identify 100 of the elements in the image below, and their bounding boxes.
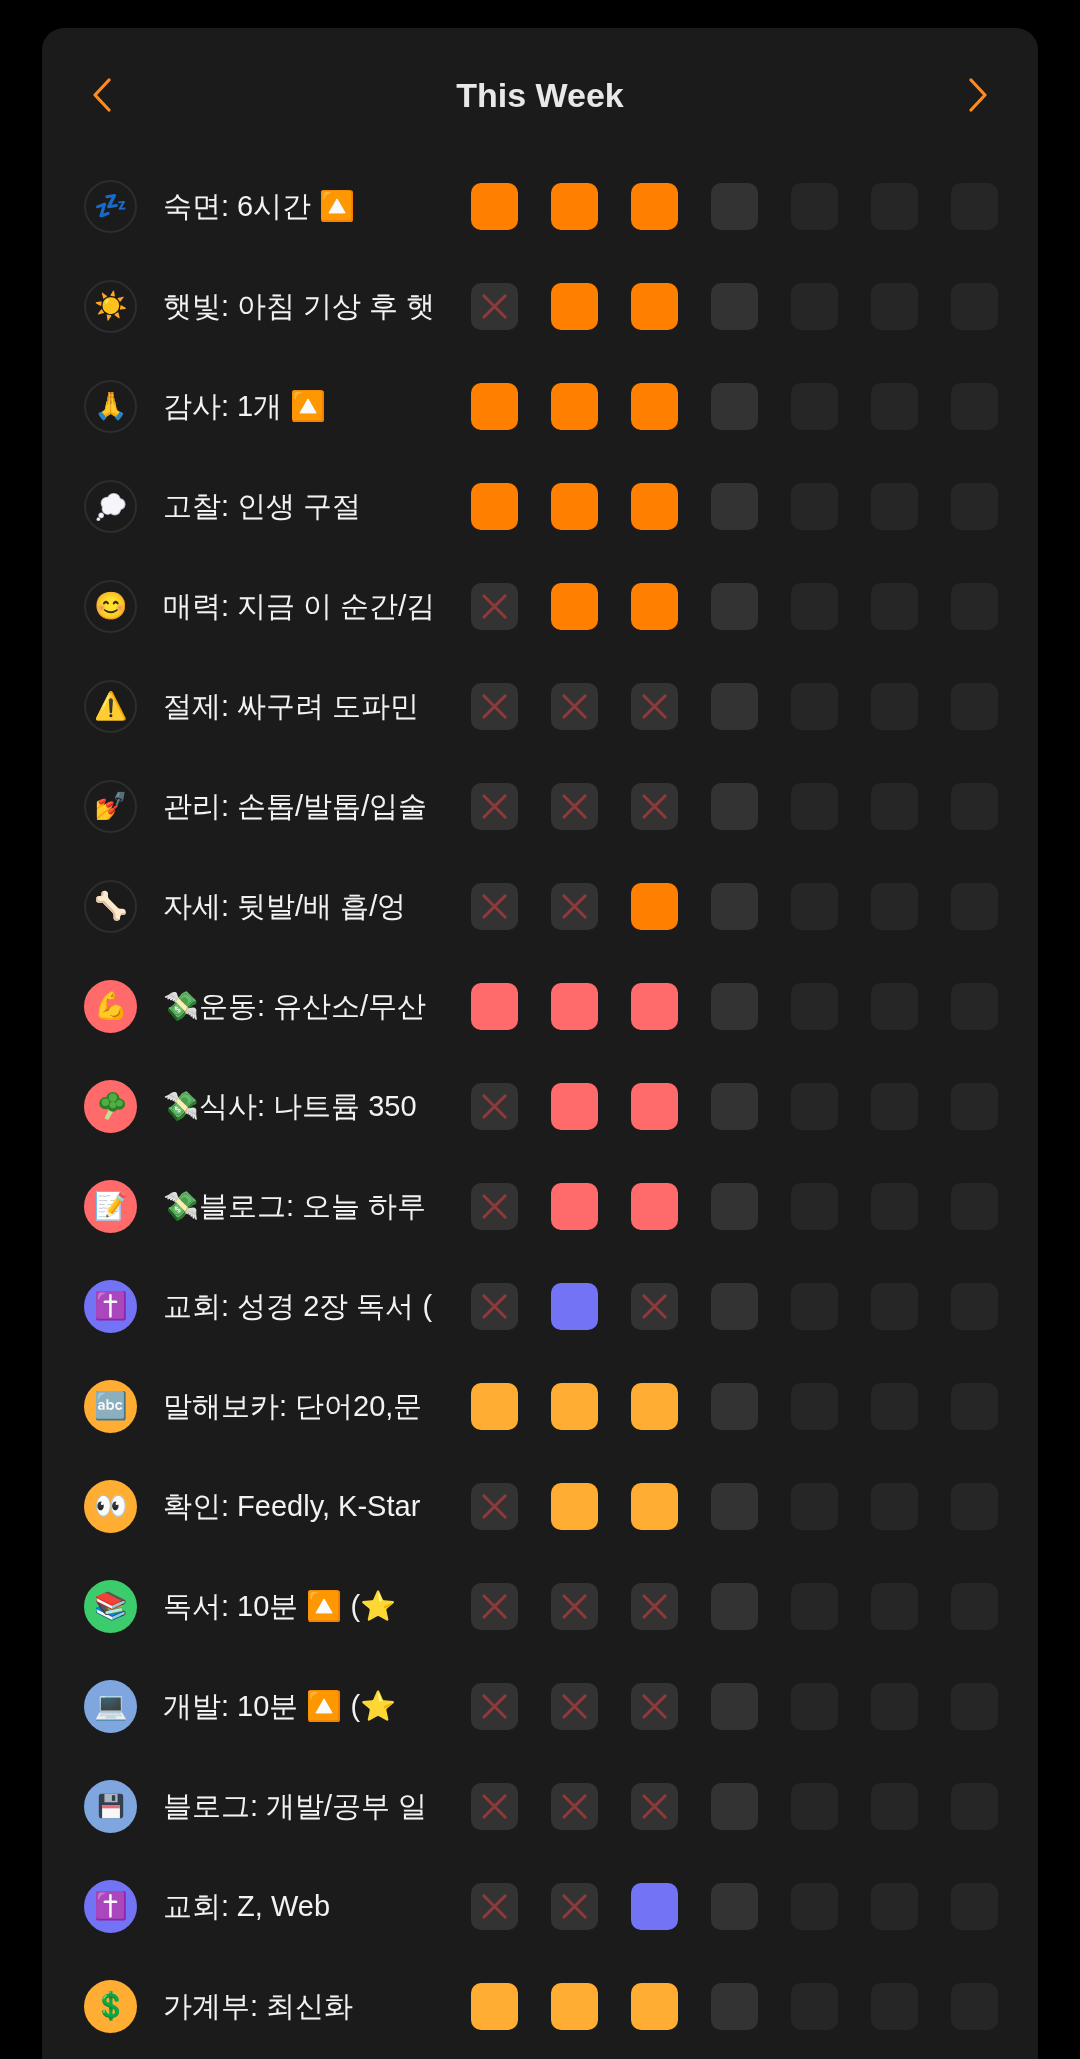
habit-label: 확인: Feedly, K-Star [163, 1488, 421, 1524]
filled-day-tile[interactable] [551, 982, 598, 1030]
filled-day-tile[interactable] [631, 182, 678, 230]
empty-day-tile[interactable] [711, 582, 758, 630]
filled-day-tile[interactable] [471, 482, 518, 530]
habit-label: 관리: 손톱/발톱/입술 [163, 788, 428, 824]
filled-day-tile[interactable] [551, 382, 598, 430]
missed-day-tile[interactable] [471, 1082, 518, 1130]
habit-label: 말해보카: 단어20,문 [163, 1388, 423, 1424]
previous-week-button[interactable] [92, 78, 112, 112]
missed-day-tile[interactable] [471, 1782, 518, 1830]
empty-day-tile[interactable] [711, 1282, 758, 1330]
filled-day-tile[interactable] [471, 982, 518, 1030]
filled-day-tile[interactable] [631, 882, 678, 930]
filled-day-tile[interactable] [471, 182, 518, 230]
habit-label: 감사: 1개 🔼 [163, 388, 327, 424]
missed-day-tile[interactable] [471, 1282, 518, 1330]
filled-day-tile[interactable] [551, 1482, 598, 1530]
missed-day-tile[interactable] [551, 682, 598, 730]
filled-day-tile[interactable] [631, 382, 678, 430]
x-mark-icon [482, 693, 507, 719]
next-week-button[interactable] [968, 78, 988, 112]
habit-label: 💸블로그: 오늘 하루 [163, 1188, 427, 1224]
x-mark-icon [482, 293, 507, 319]
empty-day-tile[interactable] [711, 1082, 758, 1130]
missed-day-tile[interactable] [471, 1482, 518, 1530]
memo-icon: 📝 [84, 1179, 137, 1233]
empty-day-tile[interactable] [711, 1782, 758, 1830]
empty-day-tile[interactable] [711, 782, 758, 830]
missed-day-tile[interactable] [551, 1682, 598, 1730]
missed-day-tile[interactable] [471, 1582, 518, 1630]
empty-day-tile[interactable] [711, 282, 758, 330]
filled-day-tile[interactable] [551, 282, 598, 330]
missed-day-tile[interactable] [471, 1882, 518, 1930]
x-mark-icon [562, 793, 587, 819]
filled-day-tile[interactable] [631, 582, 678, 630]
filled-day-tile[interactable] [551, 1082, 598, 1130]
empty-day-tile[interactable] [711, 1182, 758, 1230]
missed-day-tile[interactable] [551, 1782, 598, 1830]
missed-day-tile[interactable] [471, 582, 518, 630]
filled-day-tile[interactable] [631, 1082, 678, 1130]
missed-day-tile[interactable] [631, 782, 678, 830]
filled-day-tile[interactable] [631, 282, 678, 330]
missed-day-tile[interactable] [471, 1182, 518, 1230]
missed-day-tile[interactable] [471, 282, 518, 330]
habit-label: 💸운동: 유산소/무산 [163, 988, 427, 1024]
missed-day-tile[interactable] [631, 1782, 678, 1830]
cross-icon: ✝ [84, 1879, 137, 1933]
habit-label: 자세: 뒷발/배 흡/엉 [163, 888, 407, 924]
empty-day-tile[interactable] [711, 1382, 758, 1430]
empty-day-tile[interactable] [711, 1482, 758, 1530]
empty-day-tile[interactable] [711, 382, 758, 430]
filled-day-tile[interactable] [631, 1882, 678, 1930]
filled-day-tile[interactable] [551, 482, 598, 530]
missed-day-tile[interactable] [631, 682, 678, 730]
empty-day-tile[interactable] [711, 1982, 758, 2030]
x-mark-icon [482, 1493, 507, 1519]
x-mark-icon [642, 693, 667, 719]
missed-day-tile[interactable] [551, 1882, 598, 1930]
filled-day-tile[interactable] [631, 1382, 678, 1430]
habit-label: 가계부: 최신화 [163, 1988, 354, 2024]
empty-day-tile[interactable] [711, 1882, 758, 1930]
empty-day-tile[interactable] [711, 482, 758, 530]
filled-day-tile[interactable] [631, 982, 678, 1030]
x-mark-icon [482, 1793, 507, 1819]
smiling-face-icon: 😊 [84, 579, 137, 633]
filled-day-tile[interactable] [631, 1182, 678, 1230]
missed-day-tile[interactable] [551, 782, 598, 830]
filled-day-tile[interactable] [551, 1382, 598, 1430]
empty-day-tile[interactable] [711, 982, 758, 1030]
missed-day-tile[interactable] [631, 1582, 678, 1630]
missed-day-tile[interactable] [551, 882, 598, 930]
filled-day-tile[interactable] [471, 1982, 518, 2030]
filled-day-tile[interactable] [551, 1182, 598, 1230]
missed-day-tile[interactable] [471, 1682, 518, 1730]
filled-day-tile[interactable] [631, 482, 678, 530]
dollar-sign-icon: 💲 [84, 1979, 137, 2033]
filled-day-tile[interactable] [551, 582, 598, 630]
filled-day-tile[interactable] [631, 1982, 678, 2030]
missed-day-tile[interactable] [471, 882, 518, 930]
missed-day-tile[interactable] [551, 1582, 598, 1630]
habit-label: 숙면: 6시간 🔼 [163, 188, 356, 224]
missed-day-tile[interactable] [471, 782, 518, 830]
empty-day-tile[interactable] [711, 682, 758, 730]
habit-label: 매력: 지금 이 순간/김 [163, 588, 436, 624]
missed-day-tile[interactable] [471, 682, 518, 730]
filled-day-tile[interactable] [551, 1282, 598, 1330]
filled-day-tile[interactable] [471, 1382, 518, 1430]
empty-day-tile[interactable] [711, 1682, 758, 1730]
missed-day-tile[interactable] [631, 1682, 678, 1730]
chevron-left-icon [92, 78, 112, 112]
filled-day-tile[interactable] [551, 182, 598, 230]
empty-day-tile[interactable] [711, 182, 758, 230]
empty-day-tile[interactable] [711, 882, 758, 930]
missed-day-tile[interactable] [631, 1282, 678, 1330]
filled-day-tile[interactable] [471, 382, 518, 430]
empty-day-tile[interactable] [711, 1582, 758, 1630]
filled-day-tile[interactable] [551, 1982, 598, 2030]
eyes-icon: 👀 [84, 1479, 137, 1533]
filled-day-tile[interactable] [631, 1482, 678, 1530]
